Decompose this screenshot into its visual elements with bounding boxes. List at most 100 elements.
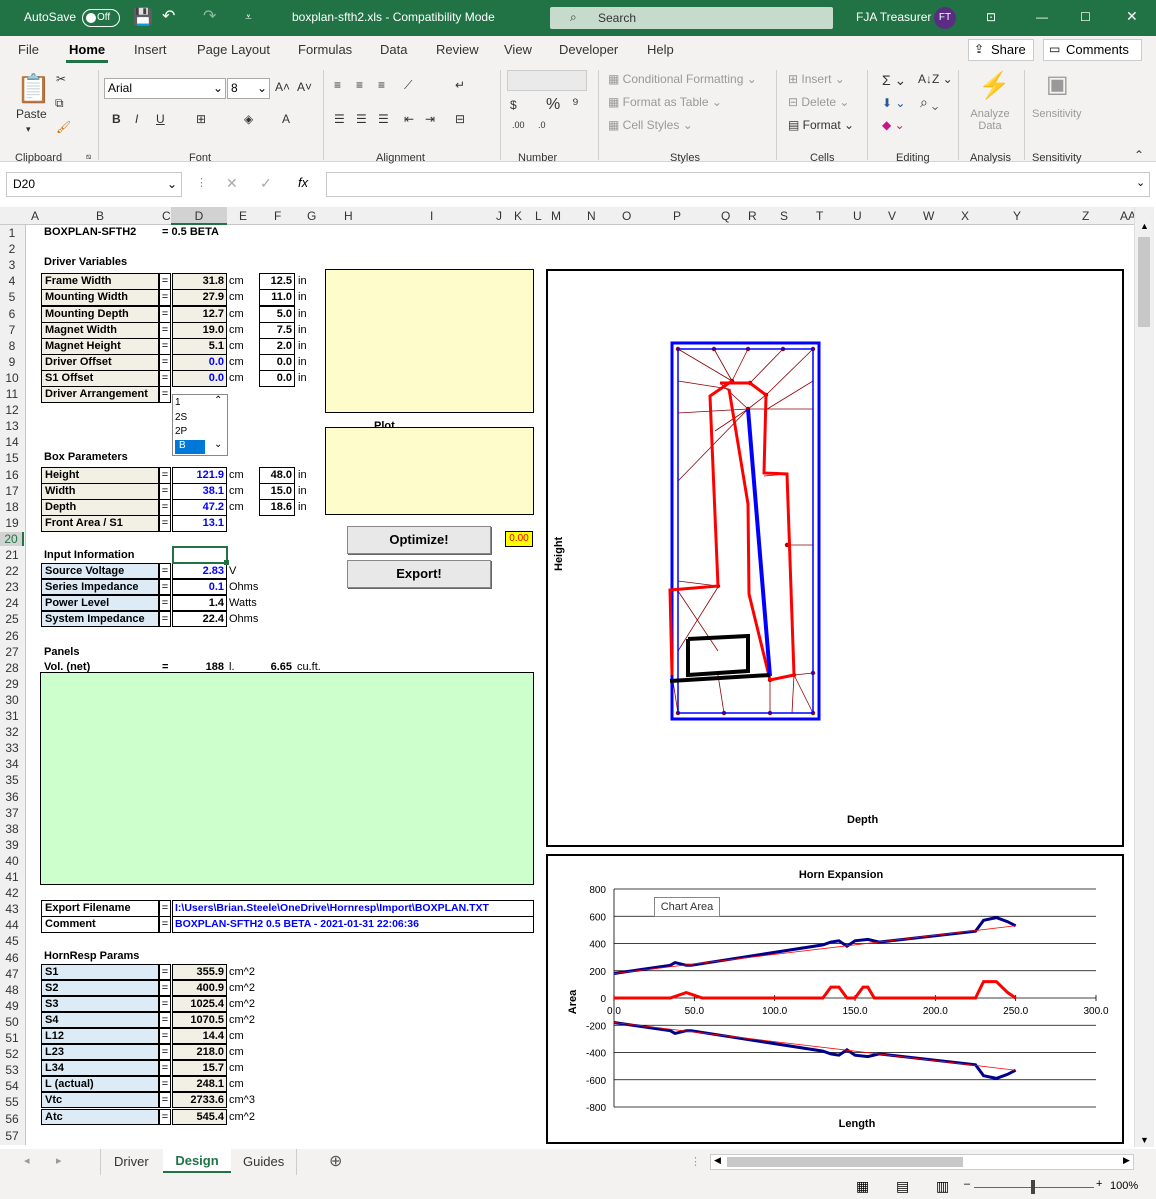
row-header[interactable]: 29 (0, 677, 24, 691)
row-header[interactable]: 49 (0, 999, 24, 1013)
driver-var-value[interactable]: 12.7 (172, 305, 227, 323)
percent-icon[interactable]: % (546, 96, 560, 114)
increase-indent-icon[interactable]: ⇥ (425, 112, 435, 126)
col-header[interactable]: P (673, 209, 681, 223)
sort-filter-icon[interactable]: A↓Z ⌄ (918, 72, 953, 86)
sheet-tab-design[interactable]: Design (163, 1149, 231, 1173)
decrease-decimal-icon[interactable]: .0 (538, 120, 546, 130)
row-header[interactable]: 39 (0, 838, 24, 852)
driver-var-value[interactable]: 31.8 (172, 273, 227, 291)
redo-icon[interactable]: ↷ (203, 6, 216, 26)
formula-input[interactable] (326, 172, 1150, 197)
tab-developer[interactable]: Developer (559, 42, 618, 57)
row-header[interactable]: 48 (0, 983, 24, 997)
col-header[interactable]: W (923, 209, 934, 223)
col-header[interactable]: J (496, 209, 502, 223)
tab-home[interactable]: Home (69, 42, 105, 57)
row-header[interactable]: 47 (0, 967, 24, 981)
row-header[interactable]: 36 (0, 790, 24, 804)
col-header[interactable]: E (239, 209, 247, 223)
zoom-level[interactable]: 100% (1110, 1180, 1138, 1192)
col-header[interactable]: X (961, 209, 969, 223)
optimize-button[interactable]: Optimize! (347, 526, 491, 554)
row-header[interactable]: 12 (0, 403, 24, 417)
find-icon[interactable]: ⌕ ⌄ (920, 94, 938, 111)
row-header[interactable]: 51 (0, 1031, 24, 1045)
row-header[interactable]: 3 (0, 258, 24, 272)
cut-icon[interactable]: ✂ (56, 72, 66, 86)
customize-icon[interactable]: ⩡ (245, 10, 252, 25)
tab-view[interactable]: View (504, 42, 532, 57)
box-param-value[interactable]: 121.9 (172, 466, 227, 484)
tab-formulas[interactable]: Formulas (298, 42, 352, 57)
row-header[interactable]: 40 (0, 854, 24, 868)
add-sheet-icon[interactable]: ⊕ (329, 1151, 342, 1171)
clipboard-launcher-icon[interactable]: ⧅ (86, 152, 91, 162)
align-right-icon[interactable]: ☰ (378, 112, 389, 126)
col-header[interactable]: N (587, 209, 596, 223)
driver-var-value[interactable]: 5.1 (172, 337, 227, 355)
name-box[interactable]: D20 ⌄ (6, 172, 182, 197)
row-header[interactable]: 50 (0, 1015, 24, 1029)
col-header[interactable]: U (853, 209, 862, 223)
driver-var-value[interactable]: 0.0 (172, 353, 227, 371)
horizontal-scrollbar[interactable]: ◀ ▶ (710, 1154, 1134, 1170)
row-header[interactable]: 37 (0, 806, 24, 820)
row-header[interactable]: 43 (0, 902, 24, 916)
row-header[interactable]: 34 (0, 757, 24, 771)
sensitivity-label[interactable]: Sensitivity (1032, 108, 1082, 120)
normal-view-icon[interactable]: ▦ (856, 1178, 869, 1195)
page-break-view-icon[interactable]: ▥ (936, 1178, 949, 1195)
row-header[interactable]: 1 (0, 226, 24, 240)
format-as-table[interactable]: ▦ Format as Table ⌄ (608, 95, 722, 109)
row-header[interactable]: 6 (0, 307, 24, 321)
tab-review[interactable]: Review (436, 42, 479, 57)
row-header[interactable]: 20 (0, 531, 24, 546)
row-header[interactable]: 11 (0, 387, 24, 401)
col-header[interactable]: O (622, 209, 631, 223)
col-header[interactable]: L (535, 209, 542, 223)
analyze-data-label[interactable]: Analyze Data (970, 108, 1010, 132)
align-top-icon[interactable]: ≡ (334, 78, 341, 92)
row-header[interactable]: 18 (0, 500, 24, 514)
chevron-down-icon[interactable]: ⌄ (214, 439, 222, 450)
ribbon-display-icon[interactable]: ⊡ (986, 10, 996, 24)
sheet-tab-driver[interactable]: Driver (114, 1154, 149, 1169)
driver-var-value[interactable]: 19.0 (172, 321, 227, 339)
list-option[interactable]: 2S (175, 412, 187, 423)
paste-label[interactable]: Paste (16, 107, 47, 121)
row-header[interactable]: 21 (0, 548, 24, 562)
scroll-right-icon[interactable]: ▶ (1123, 1155, 1130, 1166)
search-box[interactable]: ⌕ Search (550, 7, 833, 29)
row-header[interactable]: 27 (0, 645, 24, 659)
box-plot-chart[interactable]: Height Depth (546, 269, 1124, 847)
row-header[interactable]: 41 (0, 870, 24, 884)
scroll-left-icon[interactable]: ◂ (24, 1154, 30, 1167)
orientation-icon[interactable]: ⟋ (404, 78, 412, 93)
row-header[interactable]: 22 (0, 564, 24, 578)
align-center-icon[interactable]: ☰ (356, 112, 367, 126)
fill-handle[interactable] (224, 560, 229, 565)
box-param-value[interactable]: 38.1 (172, 482, 227, 500)
decrease-font-icon[interactable]: A˅ (297, 80, 312, 94)
scroll-right-icon[interactable]: ▸ (56, 1154, 62, 1167)
maximize-icon[interactable]: ☐ (1080, 10, 1091, 24)
merge-icon[interactable]: ⊟ (455, 112, 465, 126)
font-name-select[interactable]: Arial ⌄ (104, 78, 226, 99)
export-button[interactable]: Export! (347, 560, 491, 588)
col-header[interactable]: M (551, 209, 561, 223)
scroll-thumb[interactable] (1138, 237, 1150, 327)
row-header[interactable]: 8 (0, 339, 24, 353)
list-option-selected[interactable]: B (175, 440, 205, 454)
close-icon[interactable]: ✕ (1126, 8, 1138, 25)
row-header[interactable]: 17 (0, 484, 24, 498)
avatar[interactable]: FT (934, 7, 956, 29)
horn-expansion-chart[interactable]: 800 600 400 200 0 -200 -400 -600 -800 0.0 50.0 100.… (546, 854, 1124, 1144)
italic-icon[interactable]: I (135, 112, 138, 126)
zoom-in-icon[interactable]: + (1096, 1178, 1102, 1190)
input-value[interactable]: 0.1 (172, 579, 227, 596)
enter-icon[interactable]: ✓ (260, 175, 272, 192)
driver-arrangement-listbox[interactable]: 1 2S 2P B ⌃ ⌄ (172, 394, 228, 456)
selected-cell[interactable] (172, 546, 228, 564)
driver-var-value[interactable]: 27.9 (172, 289, 227, 307)
